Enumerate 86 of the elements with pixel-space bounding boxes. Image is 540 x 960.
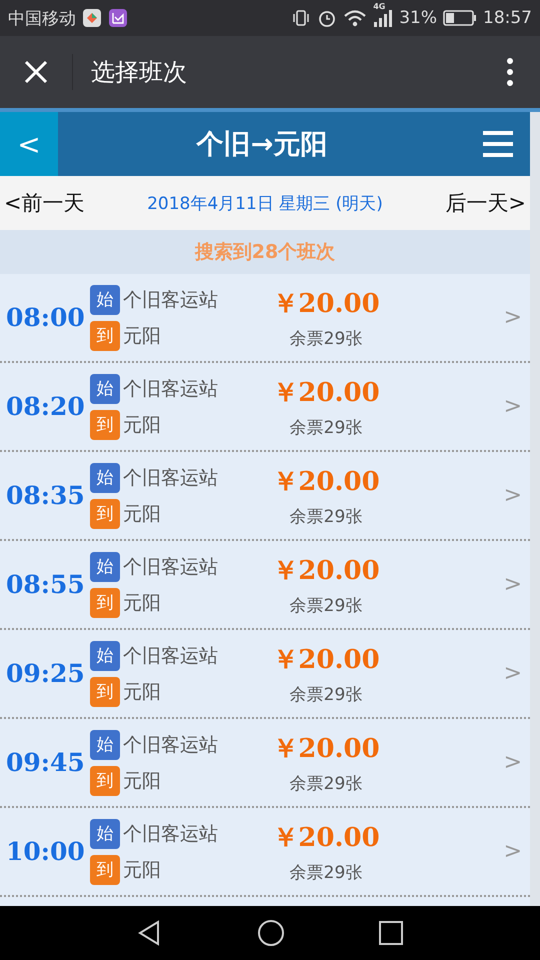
gallery-notification-icon — [108, 8, 128, 28]
trip-row[interactable]: 08:00 始 个旧客运站 到 元阳 ￥20.00 余票29张 > — [0, 274, 530, 363]
arrival-badge: 到 — [90, 854, 120, 884]
trip-row[interactable]: 09:45 始 个旧客运站 到 元阳 ￥20.00 余票29张 > — [0, 719, 530, 808]
travel-date: 2018年4月11日 星期三 (明天) — [147, 192, 383, 214]
remaining-tickets: 余票29张 — [290, 416, 362, 438]
departure-time: 08:55 — [6, 570, 86, 599]
chevron: > — [504, 661, 522, 686]
ticket-price: ￥20.00 — [272, 466, 380, 498]
trip-row[interactable]: 08:20 始 个旧客运站 到 元阳 ￥20.00 余票29张 > — [0, 363, 530, 452]
vibrate-icon — [291, 8, 312, 28]
chevron: > — [504, 394, 522, 419]
clock-time: 18:57 — [483, 8, 532, 28]
start-badge: 始 — [90, 462, 120, 492]
departure-time: 08:35 — [6, 481, 86, 510]
arrival-badge: 到 — [90, 766, 120, 796]
departure-time: 09:45 — [6, 748, 86, 777]
arrival-badge: 到 — [90, 410, 120, 440]
start-badge: 始 — [90, 730, 120, 760]
arrival-station: 元阳 — [123, 412, 161, 438]
result-count: 搜索到28个班次 — [194, 240, 336, 265]
arrival-station: 元阳 — [123, 680, 161, 704]
close-icon — [23, 59, 49, 85]
alarm-icon — [317, 8, 338, 28]
chevron: > — [504, 572, 522, 597]
departure-time: 09:25 — [6, 659, 86, 688]
arrival-badge: 到 — [90, 320, 120, 350]
remaining-tickets: 余票29张 — [290, 594, 362, 616]
carrier-name: 中国移动 — [8, 8, 76, 30]
remaining-tickets: 余票29张 — [290, 506, 362, 528]
arrival-badge: 到 — [90, 498, 120, 528]
remaining-tickets: 余票29张 — [290, 862, 362, 884]
start-badge: 始 — [90, 284, 120, 314]
arrival-station: 元阳 — [123, 858, 161, 882]
ticket-price: ￥20.00 — [272, 554, 380, 588]
start-badge: 始 — [90, 640, 120, 670]
ticket-price: ￥20.00 — [272, 822, 380, 854]
chevron: > — [504, 305, 522, 330]
departure-time: 08:00 — [6, 303, 86, 332]
recents-icon[interactable] — [378, 920, 404, 946]
ticket-price: ￥20.00 — [272, 644, 380, 676]
departure-time: 08:20 — [6, 392, 86, 421]
remaining-tickets: 余票29张 — [290, 328, 362, 350]
battery-icon — [443, 9, 477, 27]
previous-day-link[interactable]: <前一天 — [4, 189, 85, 217]
app-notification-icon — [82, 8, 102, 28]
departure-station: 个旧客运站 — [123, 644, 218, 668]
departure-station: 个旧客运站 — [123, 554, 218, 580]
arrival-station: 元阳 — [123, 768, 161, 794]
departure-station: 个旧客运站 — [123, 288, 218, 312]
network-type: 4G — [373, 2, 386, 11]
trip-row[interactable]: 10:00 始 个旧客运站 到 元阳 ￥20.00 余票29张 > — [0, 808, 530, 897]
menu-icon — [483, 131, 513, 157]
ticket-price: ￥20.00 — [272, 732, 380, 766]
remaining-tickets: 余票29张 — [290, 772, 362, 794]
departure-station: 个旧客运站 — [123, 732, 218, 758]
arrival-station: 元阳 — [123, 502, 161, 526]
arrival-badge: 到 — [90, 676, 120, 706]
arrival-station: 元阳 — [123, 590, 161, 616]
start-badge: 始 — [90, 818, 120, 848]
next-day-link[interactable]: 后一天> — [445, 189, 526, 217]
page-title: 选择班次 — [91, 57, 187, 88]
signal-icon — [373, 9, 394, 27]
start-badge: 始 — [90, 552, 120, 582]
arrival-station: 元阳 — [123, 324, 161, 348]
wifi-icon — [343, 8, 368, 28]
route-title: 个旧→元阳 — [195, 128, 328, 162]
departure-station: 个旧客运站 — [123, 822, 218, 846]
back-button[interactable]: < — [0, 112, 58, 176]
home-icon[interactable] — [256, 918, 286, 948]
chevron: > — [504, 750, 522, 775]
battery-percent: 31% — [399, 8, 437, 28]
ticket-price: ￥20.00 — [272, 376, 380, 410]
trip-row[interactable]: 08:55 始 个旧客运站 到 元阳 ￥20.00 余票29张 > — [0, 541, 530, 630]
remaining-tickets: 余票29张 — [290, 684, 362, 706]
more-icon — [506, 57, 514, 87]
departure-station: 个旧客运站 — [123, 376, 218, 402]
start-badge: 始 — [90, 374, 120, 404]
chevron: > — [504, 839, 522, 864]
arrival-badge: 到 — [90, 588, 120, 618]
trip-row[interactable]: 09:25 始 个旧客运站 到 元阳 ￥20.00 余票29张 > — [0, 630, 530, 719]
chevron: > — [504, 483, 522, 508]
trip-row[interactable]: 08:35 始 个旧客运站 到 元阳 ￥20.00 余票29张 > — [0, 452, 530, 541]
departure-time: 10:00 — [6, 837, 86, 866]
ticket-price: ￥20.00 — [272, 288, 380, 320]
departure-station: 个旧客运站 — [123, 466, 218, 490]
